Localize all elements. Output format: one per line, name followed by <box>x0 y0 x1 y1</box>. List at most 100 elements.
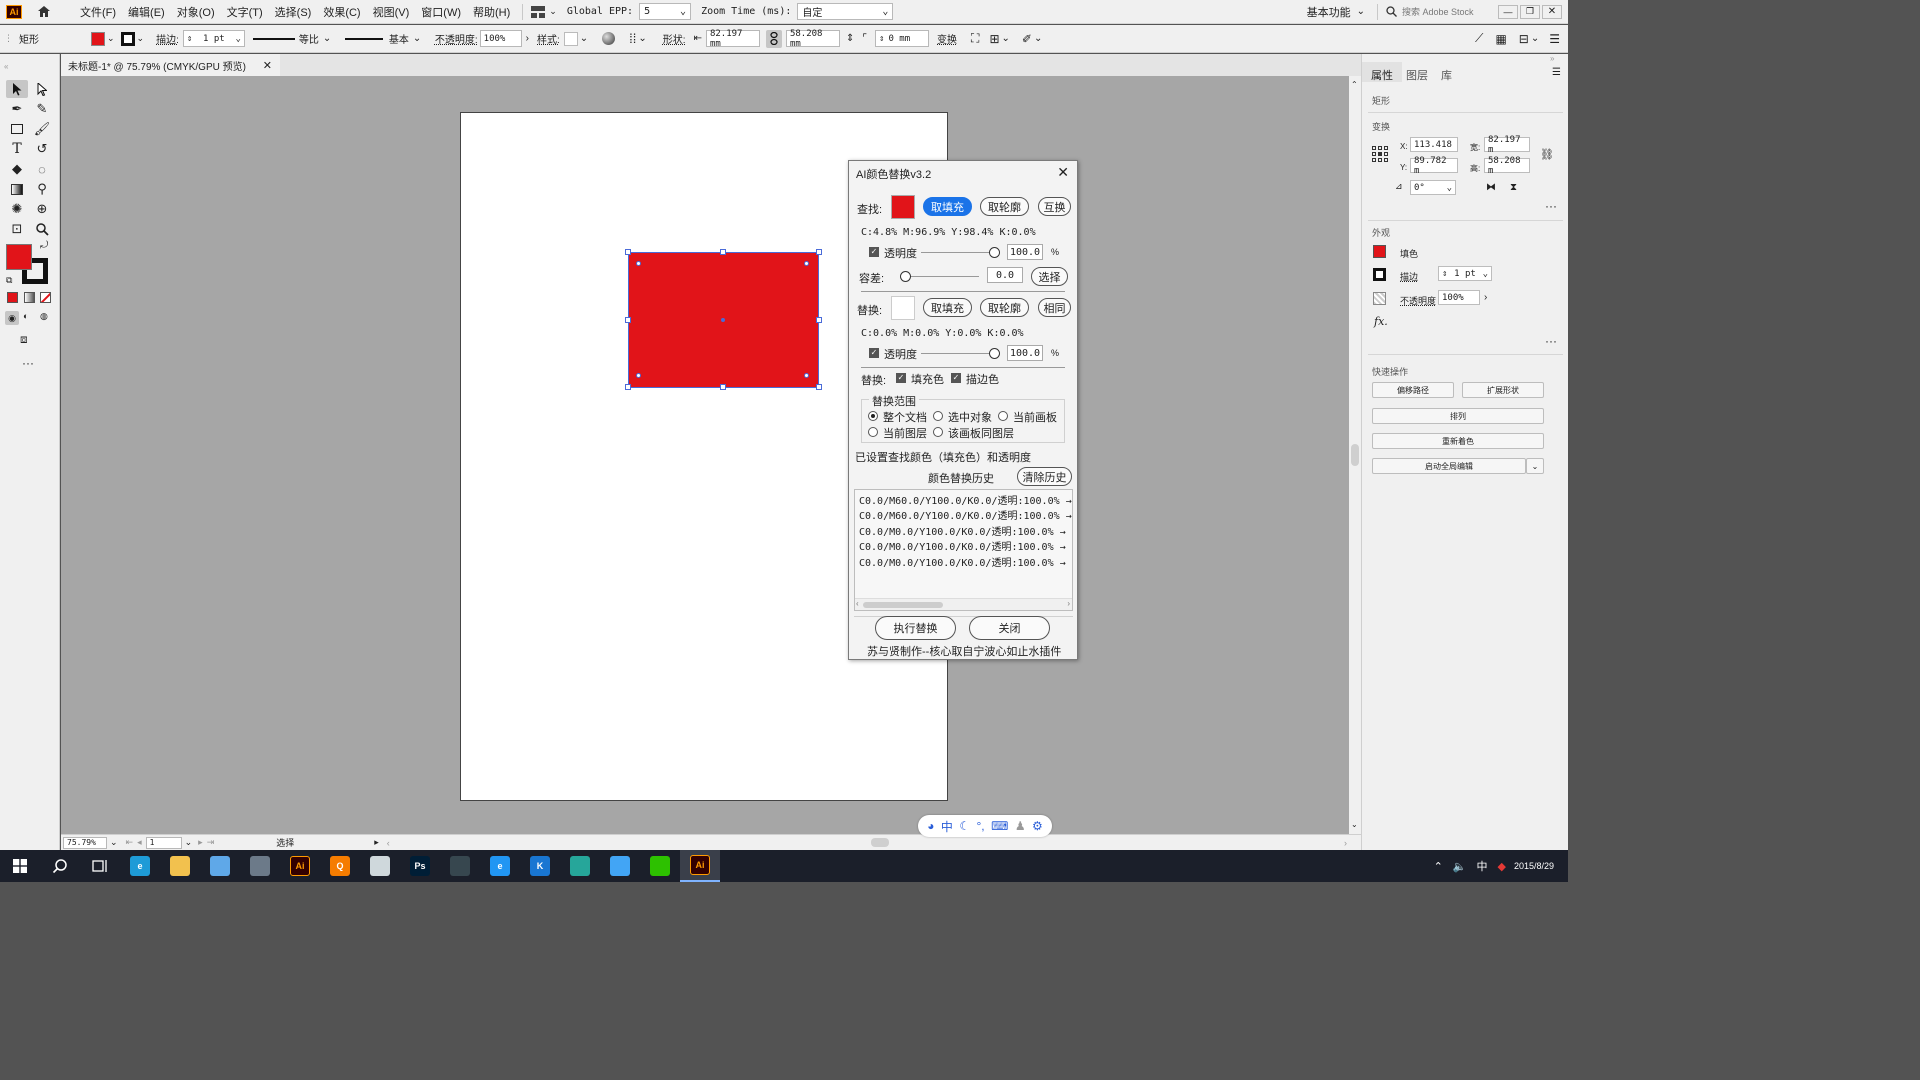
recolor-artwork-icon[interactable] <box>602 32 616 45</box>
chart-tool-icon[interactable]: ⟋ <box>1475 31 1483 46</box>
search-icon[interactable] <box>40 850 80 882</box>
menu-help[interactable]: 帮助(H) <box>473 4 510 20</box>
ime-logo-icon[interactable]: ◕ <box>927 819 934 833</box>
stock-search[interactable]: 搜索 Adobe Stock <box>1386 5 1490 18</box>
lasso-tool-icon[interactable]: ◌ <box>31 160 53 178</box>
chevron-down-icon[interactable]: ⌄ <box>580 33 588 44</box>
default-colors-icon[interactable]: ⧉ <box>6 275 12 286</box>
corner-widget[interactable] <box>804 261 809 266</box>
resize-handle[interactable] <box>720 249 726 255</box>
stroke-weight-field[interactable]: ⇕ 1 pt ⌄ <box>1438 266 1492 281</box>
punctuation-icon[interactable]: °, <box>977 819 985 833</box>
tray-ime-indicator[interactable]: 中 <box>1476 858 1487 874</box>
shape-height-field[interactable]: 58.208 mm <box>785 29 840 49</box>
menu-window[interactable]: 窗口(W) <box>421 4 461 20</box>
align-grid-icon[interactable]: ⁞⁞ <box>629 31 636 46</box>
scrollbar-thumb[interactable] <box>863 602 943 608</box>
taskbar-app-illustrator[interactable]: Ai <box>680 850 720 882</box>
opacity-label[interactable]: 不透明度: <box>435 31 478 46</box>
windows-start-icon[interactable] <box>0 850 40 882</box>
resize-handle[interactable] <box>625 317 631 323</box>
shape-builder-tool-icon[interactable]: ⊕ <box>31 200 53 218</box>
chevron-right-icon[interactable]: › <box>1484 292 1487 303</box>
taskbar-app-photoshop[interactable]: Ps <box>400 850 440 882</box>
taskbar-app-bird-app[interactable] <box>600 850 640 882</box>
swap-fill-stroke-icon[interactable]: ⤾ <box>40 240 48 251</box>
replace-stroke-checkbox[interactable]: ✓ <box>951 373 961 383</box>
scope-current-artboard-radio[interactable] <box>998 411 1008 421</box>
replace-fill-checkbox[interactable]: ✓ <box>896 373 906 383</box>
rotate-tool-icon[interactable]: ↺ <box>31 140 53 158</box>
menu-effect[interactable]: 效果(C) <box>323 4 360 20</box>
chevron-down-icon[interactable]: ⌄ <box>1034 33 1042 44</box>
user-icon[interactable]: ♟ <box>1015 819 1026 833</box>
chevron-down-icon[interactable]: ⌄ <box>110 837 118 848</box>
gear-icon[interactable]: ⚙ <box>1032 819 1043 833</box>
tab-libraries[interactable]: 库 <box>1441 67 1452 83</box>
history-item[interactable]: C0.0/M0.0/Y100.0/K0.0/透明:100.0% → C <box>859 554 1072 569</box>
opacity-label[interactable]: 不透明度 <box>1400 294 1436 307</box>
paintbrush-tool-icon[interactable]: 🖌 <box>31 120 53 138</box>
task-view-icon[interactable] <box>80 850 120 882</box>
transform-link[interactable]: 变换 <box>937 31 957 46</box>
corner-widget[interactable] <box>636 261 641 266</box>
scroll-right-icon[interactable]: › <box>1344 838 1347 848</box>
replace-opacity-slider-thumb[interactable] <box>989 348 1000 359</box>
panel-options-icon[interactable]: ⊟ <box>1519 32 1529 46</box>
chevron-down-icon[interactable]: ⌄ <box>1531 33 1539 44</box>
taskbar-app-browser[interactable]: e <box>480 850 520 882</box>
isolate-object-icon[interactable]: ⛶ <box>971 31 979 46</box>
home-icon[interactable] <box>36 4 52 20</box>
status-menu-arrow-icon[interactable]: ▸ <box>374 837 379 848</box>
tolerance-slider-track[interactable] <box>905 276 979 277</box>
arrange-documents-button[interactable]: ⌄ <box>531 5 557 18</box>
close-icon[interactable]: ✕ <box>1542 4 1562 19</box>
chevron-down-icon[interactable]: ⌄ <box>185 837 193 848</box>
document-tab[interactable]: 未标题-1* @ 75.79% (CMYK/GPU 预览) ✕ <box>61 54 280 76</box>
direct-selection-tool-icon[interactable] <box>31 80 53 98</box>
chevron-down-icon[interactable]: ⌄ <box>137 33 145 44</box>
chevron-right-icon[interactable]: › <box>526 33 529 44</box>
history-list[interactable]: C0.0/M60.0/Y100.0/K0.0/透明:100.0% → C C0.… <box>854 489 1073 611</box>
constrain-proportions-link-icon[interactable] <box>765 29 782 48</box>
variable-width-profile[interactable]: 等比 ⌄ <box>252 31 337 46</box>
chevron-down-icon[interactable]: ⌄ <box>1447 183 1452 193</box>
replace-opacity-checkbox[interactable]: ✓ <box>869 348 879 358</box>
stepper-icon[interactable]: ⇕ <box>879 34 884 44</box>
ime-mode-toggle[interactable]: 中 <box>941 818 953 835</box>
previous-artboard-icon[interactable]: ◂ <box>137 837 142 848</box>
draw-inside-icon[interactable]: ◍ <box>40 311 48 322</box>
security-shield-icon[interactable]: ◆ <box>1497 860 1505 873</box>
stroke-weight-field[interactable]: ⇕ 1 pt ⌄ <box>182 30 245 47</box>
taskbar-app-paint-tool[interactable] <box>360 850 400 882</box>
vertical-scrollbar[interactable]: ⌃ ⌄ <box>1349 76 1361 834</box>
menu-object[interactable]: 对象(O) <box>177 4 215 20</box>
menu-file[interactable]: 文件(F) <box>80 4 116 20</box>
collapse-arrows-icon[interactable]: « <box>4 62 8 71</box>
canvas-area[interactable] <box>61 76 1349 834</box>
artboard-tool-icon[interactable]: ⊡ <box>6 220 28 238</box>
next-artboard-icon[interactable]: ▸ <box>198 837 203 848</box>
stroke-label[interactable]: 描边: <box>156 31 179 46</box>
opacity-field[interactable]: 100% <box>479 30 522 47</box>
arrange-icon[interactable]: ▦ <box>1495 32 1506 46</box>
chevron-down-icon[interactable]: ⌄ <box>235 34 240 44</box>
tray-chevron-up-icon[interactable]: ⌃ <box>1434 860 1443 873</box>
scope-whole-document-radio[interactable] <box>868 411 878 421</box>
eyedropper-tool-icon[interactable]: ⚲ <box>31 180 53 198</box>
brush-definition[interactable]: 基本 ⌄ <box>344 31 429 46</box>
resize-handle[interactable] <box>816 249 822 255</box>
tolerance-field[interactable]: 0.0 <box>987 267 1023 283</box>
moon-icon[interactable]: ☾ <box>959 819 970 833</box>
chevron-down-icon[interactable]: ⌄ <box>1526 458 1544 474</box>
workspace-switcher[interactable]: 基本功能 <box>1307 4 1351 20</box>
scroll-up-icon[interactable]: ⌃ <box>1351 80 1358 89</box>
resize-handle[interactable] <box>625 249 631 255</box>
swap-button[interactable]: 互换 <box>1038 197 1071 216</box>
chevron-down-icon[interactable]: ⌄ <box>1357 6 1365 17</box>
tolerance-slider-thumb[interactable] <box>900 271 911 282</box>
find-opacity-checkbox[interactable]: ✓ <box>869 247 879 257</box>
none-mode-icon[interactable] <box>40 292 51 303</box>
screen-mode-icon[interactable]: ⧈ <box>20 332 28 347</box>
find-opacity-slider-thumb[interactable] <box>989 247 1000 258</box>
